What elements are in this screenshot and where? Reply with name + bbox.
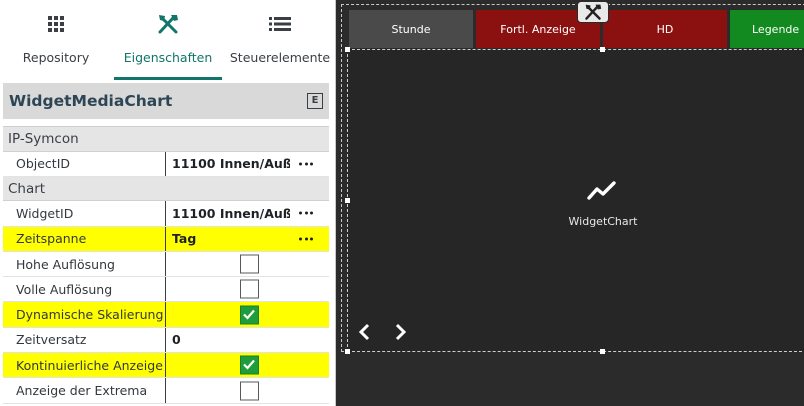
prop-value[interactable]: 11100 Innen/Außen [166,152,329,176]
prop-value-text: 11100 Innen/Außen [172,205,290,221]
more-icon[interactable] [299,237,313,241]
prop-name: Zeitspanne [3,226,166,251]
prop-zeitspanne[interactable]: Zeitspanne Tag [3,226,329,252]
panel-header: WidgetMediaChart E [3,83,329,119]
resize-handle[interactable] [345,198,350,203]
checkbox-volle-aufloesung[interactable] [240,279,259,299]
prop-value [166,302,329,326]
chart-line-icon [586,180,618,206]
prop-dynamische-skalierung[interactable]: Dynamische Skalierung [3,302,329,328]
checkbox-dynamische-skalierung[interactable] [240,305,259,325]
prop-name: Anzeige der Extrema [3,378,166,403]
expand-icon[interactable]: E [307,93,323,109]
list-icon [269,13,291,35]
checkbox-hohe-aufloesung[interactable] [240,254,259,274]
tools-icon[interactable] [577,1,609,23]
prop-value[interactable]: Tag [166,227,329,251]
tab-steuerelemente[interactable]: Steuerelemente [224,0,335,80]
resize-handle[interactable] [345,47,350,52]
property-list: IP-Symcon ObjectID 11100 Innen/Außen Cha… [3,119,329,404]
grid-icon [47,13,65,35]
prop-zeitversatz[interactable]: Zeitversatz 0 [3,327,329,354]
tab-label: Repository [22,50,90,65]
more-icon[interactable] [299,211,313,215]
prop-value [166,378,329,402]
resize-handle[interactable] [600,47,605,52]
check-icon [243,309,255,320]
prop-value [166,277,329,301]
widget-chart-area[interactable] [347,49,804,352]
prop-value[interactable]: 0 [166,328,329,352]
prop-value-text: 0 [172,332,181,348]
section-chart: Chart [3,176,329,202]
tab-label: Steuerelemente [229,50,331,65]
button-hd[interactable]: HD [603,10,727,48]
prop-name: Dynamische Skalierung [3,302,166,327]
chevron-left-icon[interactable] [356,322,372,346]
prop-value [166,252,329,276]
prop-value [166,353,329,377]
widget-type-title: WidgetMediaChart [9,92,173,110]
check-icon [243,359,255,370]
prop-value-text: 11100 Innen/Außen [172,156,290,172]
tools-icon [156,13,180,35]
prop-name: Kontinuierliche Anzeige [3,353,166,378]
chevron-right-icon[interactable] [393,322,409,346]
properties-panel: Repository Eigenschaften Steuerelemente … [0,0,336,406]
checkbox-kontinuierliche-anzeige[interactable] [240,355,259,375]
resize-handle[interactable] [600,349,605,354]
panel-tabs: Repository Eigenschaften Steuerelemente [0,0,335,80]
prop-anzeige-extrema[interactable]: Anzeige der Extrema [3,378,329,404]
section-ipsymcon: IP-Symcon [3,127,329,152]
list-top-spacer [3,119,329,127]
prop-name: Hohe Auflösung [3,251,166,277]
button-stunde[interactable]: Stunde [349,10,473,48]
prop-volle-aufloesung[interactable]: Volle Auflösung [3,277,329,303]
prop-hohe-aufloesung[interactable]: Hohe Auflösung [3,251,329,278]
tab-label: Eigenschaften [123,50,213,65]
prop-name: WidgetID [3,201,166,226]
prop-value[interactable]: 11100 Innen/Außen [166,201,329,225]
more-icon[interactable] [299,162,313,166]
resize-handle[interactable] [345,349,350,354]
button-legende[interactable]: Legende [730,10,804,48]
prop-value-text: Tag [172,231,197,247]
prop-kontinuierliche-anzeige[interactable]: Kontinuierliche Anzeige [3,353,329,379]
widget-chart-label: WidgetChart [568,215,638,228]
design-canvas: Stunde Fortl. Anzeige HD Legende WidgetC… [337,0,804,406]
prop-name: Zeitversatz [3,327,166,353]
tab-eigenschaften[interactable]: Eigenschaften [112,0,224,80]
prop-objectid[interactable]: ObjectID 11100 Innen/Außen [3,151,329,177]
prop-name: Volle Auflösung [3,277,166,302]
prop-name: ObjectID [3,151,166,176]
prop-widgetid[interactable]: WidgetID 11100 Innen/Außen [3,201,329,227]
checkbox-anzeige-extrema[interactable] [240,381,259,401]
tab-repository[interactable]: Repository [0,0,112,80]
